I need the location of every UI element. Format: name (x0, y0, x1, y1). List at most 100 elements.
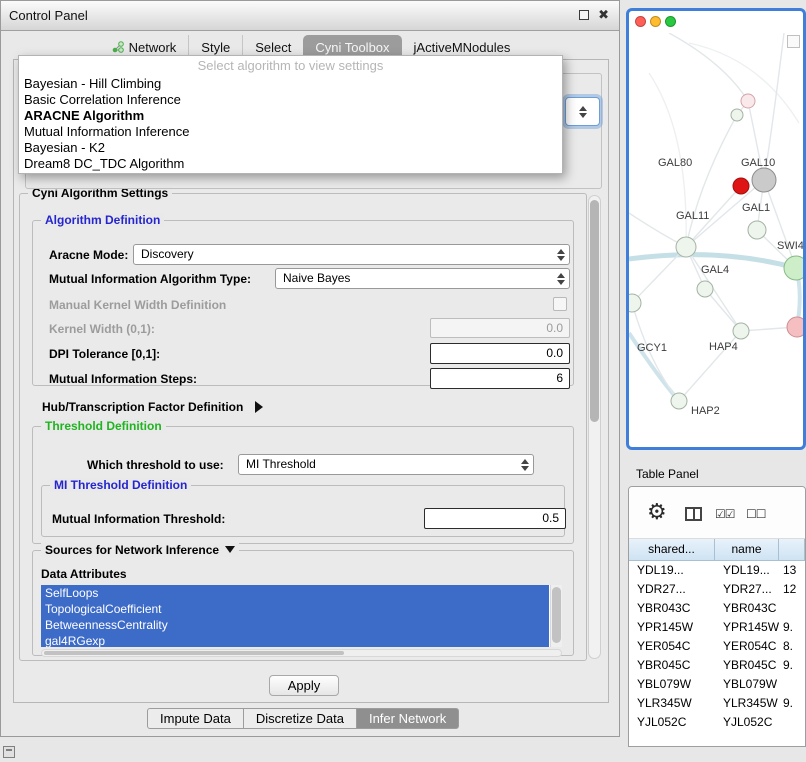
minimized-panel-icon[interactable] (3, 746, 15, 758)
table-row[interactable]: YPR145WYPR145W9. (629, 618, 805, 637)
table-column-header[interactable]: shared... (629, 539, 715, 561)
table-cell: YDR27... (715, 580, 779, 599)
table-panel-title: Table Panel (636, 467, 699, 481)
table-cell: YER054C (629, 637, 715, 656)
which-threshold-select[interactable]: MI Threshold (238, 454, 534, 475)
select-all-icon[interactable]: ☑☑ (715, 507, 735, 521)
which-threshold-value: MI Threshold (246, 457, 316, 471)
table-cell: YBL079W (629, 675, 715, 694)
columns-icon[interactable] (685, 507, 702, 521)
manual-kernel-checkbox[interactable] (553, 297, 567, 311)
table-column-header[interactable]: name (715, 539, 779, 561)
hub-section-toggle[interactable]: Hub/Transcription Factor Definition (42, 400, 263, 414)
collapsed-arrow-icon (255, 401, 263, 413)
network-node[interactable] (748, 221, 766, 239)
network-node[interactable] (787, 317, 803, 337)
close-traffic-light-icon[interactable] (635, 16, 646, 27)
algorithm-option[interactable]: Dream8 DC_TDC Algorithm (19, 156, 562, 172)
kernel-width-field[interactable]: 0.0 (430, 318, 570, 338)
network-node[interactable] (752, 168, 776, 192)
control-panel-title: Control Panel (9, 8, 88, 23)
network-node[interactable] (676, 237, 696, 257)
zoom-traffic-light-icon[interactable] (665, 16, 676, 27)
network-node[interactable] (671, 393, 687, 409)
table-toolbar: ⚙ ☑☑ ☐☐ (629, 487, 805, 539)
table-row[interactable]: YER054CYER054C8. (629, 637, 805, 656)
algorithm-dropdown: Select algorithm to view settings Bayesi… (18, 55, 563, 174)
network-view-window[interactable]: GAL80GAL10GAL11GAL1SWI4GAL4GCY1HAP4HAP2 (626, 8, 806, 450)
table-panel: ⚙ ☑☑ ☐☐ shared...name YDL19...YDL19...13… (628, 486, 806, 747)
mi-threshold-definition-title: MI Threshold Definition (50, 478, 191, 492)
attribute-item[interactable]: TopologicalCoefficient (41, 601, 549, 617)
network-node[interactable] (733, 323, 749, 339)
network-edge[interactable] (764, 180, 796, 268)
network-node[interactable] (741, 94, 755, 108)
scrollbar-thumb[interactable] (552, 587, 561, 643)
attributes-scrollbar[interactable] (550, 585, 562, 647)
table-cell: YBL079W (715, 675, 779, 694)
apply-button[interactable]: Apply (269, 675, 339, 696)
algorithm-option[interactable]: ARACNE Algorithm (19, 108, 562, 124)
attributes-hscrollbar[interactable] (41, 649, 562, 657)
settings-scrollbar[interactable] (588, 195, 601, 659)
algorithm-option[interactable]: Mutual Information Inference (19, 124, 562, 140)
tab-impute-data[interactable]: Impute Data (147, 708, 244, 729)
network-node-label: HAP2 (691, 405, 720, 417)
network-node[interactable] (784, 256, 803, 280)
table-row[interactable]: YJL052CYJL052C (629, 713, 805, 732)
dpi-tolerance-field[interactable]: 0.0 (430, 343, 570, 364)
table-cell: YJL052C (715, 713, 779, 732)
cyni-algorithm-settings-group: Cyni Algorithm Settings Algorithm Defini… (19, 193, 587, 661)
network-node[interactable] (733, 178, 749, 194)
table-column-header[interactable] (779, 539, 805, 561)
mi-type-select[interactable]: Naive Bayes (275, 268, 570, 289)
scrollbar-thumb[interactable] (44, 651, 344, 655)
control-panel-titlebar[interactable]: Control Panel ✖ (1, 1, 619, 31)
algorithm-definition-title: Algorithm Definition (41, 213, 164, 227)
tab-label: Network (129, 40, 177, 55)
algorithm-option[interactable]: Bayesian - Hill Climbing (19, 76, 562, 92)
tab-discretize-data[interactable]: Discretize Data (243, 708, 357, 729)
table-body: YDL19...YDL19...13YDR27...YDR27...12YBR0… (629, 561, 805, 732)
network-node-label: HAP4 (709, 341, 738, 353)
network-edge[interactable] (669, 33, 748, 101)
minimize-traffic-light-icon[interactable] (650, 16, 661, 27)
algorithm-dropdown-list: Bayesian - Hill ClimbingBasic Correlatio… (19, 76, 562, 172)
table-cell: YDL19... (629, 561, 715, 580)
algorithm-option[interactable]: Bayesian - K2 (19, 140, 562, 156)
deselect-all-icon[interactable]: ☐☐ (746, 507, 766, 521)
network-edge[interactable] (686, 115, 737, 247)
gear-icon[interactable]: ⚙ (647, 499, 667, 525)
sources-group: Sources for Network Inference Data Attri… (32, 550, 574, 656)
network-node[interactable] (731, 109, 743, 121)
float-window-icon[interactable] (579, 10, 589, 20)
tab-label: jActiveMNodules (414, 40, 511, 55)
mi-threshold-field[interactable]: 0.5 (424, 508, 566, 529)
scrollbar-thumb[interactable] (590, 200, 599, 422)
table-row[interactable]: YBR043CYBR043C (629, 599, 805, 618)
algorithm-combo-focus-fragment[interactable] (565, 97, 600, 126)
algorithm-option[interactable]: Basic Correlation Inference (19, 92, 562, 108)
network-node[interactable] (697, 281, 713, 297)
network-edge[interactable] (689, 43, 799, 123)
table-row[interactable]: YDR27...YDR27...12 (629, 580, 805, 599)
close-icon[interactable]: ✖ (598, 7, 609, 23)
attribute-item[interactable]: gal4RGexp (41, 633, 549, 647)
data-attributes-list[interactable]: SelfLoopsTopologicalCoefficientBetweenne… (41, 585, 562, 647)
table-row[interactable]: YBL079WYBL079W (629, 675, 805, 694)
attribute-item[interactable]: BetweennessCentrality (41, 617, 549, 633)
table-cell: 9. (779, 618, 805, 637)
aracne-mode-select[interactable]: Discovery (133, 244, 570, 265)
mi-steps-field[interactable]: 6 (430, 368, 570, 389)
aracne-mode-value: Discovery (141, 247, 194, 261)
tab-infer-network[interactable]: Infer Network (356, 708, 459, 729)
attribute-item[interactable]: SelfLoops (41, 585, 549, 601)
network-node[interactable] (629, 294, 641, 312)
network-canvas[interactable]: GAL80GAL10GAL11GAL1SWI4GAL4GCY1HAP4HAP2 (629, 33, 803, 450)
table-row[interactable]: YDL19...YDL19...13 (629, 561, 805, 580)
table-row[interactable]: YBR045CYBR045C9. (629, 656, 805, 675)
sources-group-title[interactable]: Sources for Network Inference (41, 543, 239, 557)
table-cell (779, 599, 805, 618)
table-header-row: shared...name (629, 539, 805, 561)
table-row[interactable]: YLR345WYLR345W9. (629, 694, 805, 713)
